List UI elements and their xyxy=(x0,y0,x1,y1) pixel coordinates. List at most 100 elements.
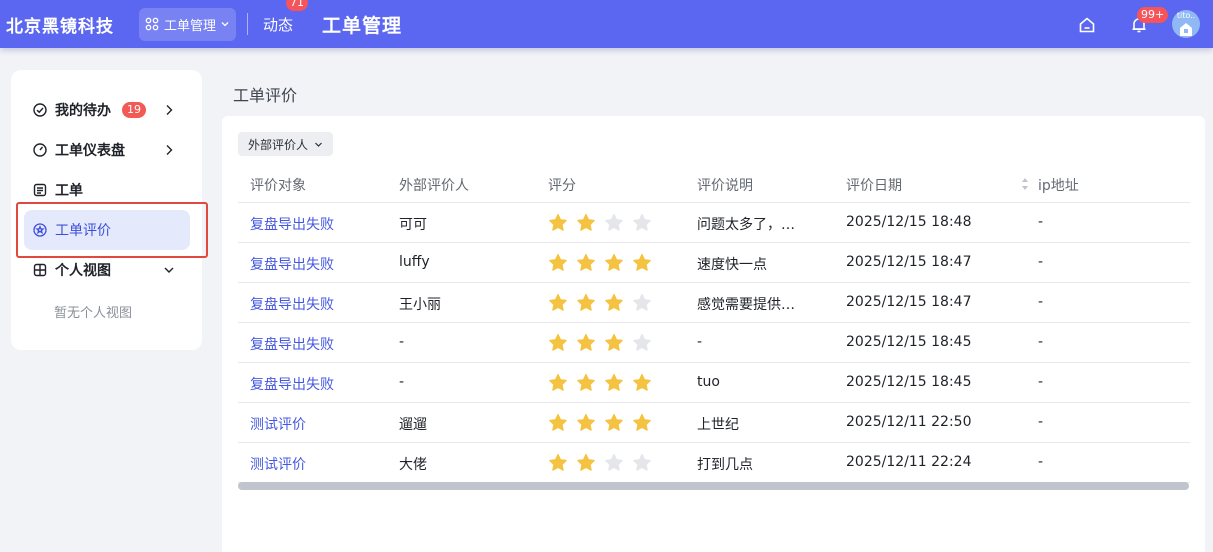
star-filled-icon xyxy=(577,454,595,471)
star-empty-icon xyxy=(605,454,623,471)
grid-icon xyxy=(145,17,159,31)
star-filled-icon xyxy=(549,454,567,471)
date-cell: 2025/12/11 22:50 xyxy=(846,414,972,430)
star-filled-icon xyxy=(577,214,595,231)
star-filled-icon xyxy=(577,294,595,311)
star-filled-icon xyxy=(605,374,623,391)
comment-cell: 上世纪 xyxy=(697,417,739,433)
chevron-down-icon xyxy=(315,142,322,147)
star-filled-icon xyxy=(605,414,623,431)
star-filled-icon xyxy=(577,334,595,351)
sidebar-item-label: 个人视图 xyxy=(55,263,111,279)
column-header-date[interactable]: 评价日期 xyxy=(846,175,902,195)
sidebar-item-label: 我的待办 xyxy=(55,103,111,119)
column-header-comment: 评价说明 xyxy=(697,178,753,194)
module-switch-dropdown[interactable]: 工单管理 xyxy=(139,7,237,41)
ip-cell: - xyxy=(1038,374,1044,390)
notification-badge: 99+ xyxy=(1137,7,1169,23)
date-cell: 2025/12/15 18:48 xyxy=(846,214,972,230)
reviewer-cell: 可可 xyxy=(399,217,427,233)
comment-cell: tuo xyxy=(697,374,720,390)
reviewer-cell: luffy xyxy=(399,254,430,270)
date-cell: 2025/12/15 18:47 xyxy=(846,254,972,270)
comment-cell: 速度快一点 xyxy=(697,257,767,273)
chevron-down-icon xyxy=(164,267,174,273)
rating-stars xyxy=(548,373,660,393)
rating-stars xyxy=(548,213,660,233)
sort-icon[interactable] xyxy=(1021,177,1029,191)
star-filled-icon xyxy=(549,374,567,391)
star-filled-icon xyxy=(633,254,651,271)
horizontal-scrollbar[interactable] xyxy=(238,482,1189,490)
ip-cell: - xyxy=(1038,214,1044,230)
reviewer-filter-dropdown[interactable]: 外部评价人 xyxy=(238,132,334,156)
table-row: 复盘导出失败 王小丽 感觉需要提供… 2025/12/15 18:47 - xyxy=(238,283,1190,323)
rating-stars xyxy=(548,293,660,313)
ip-cell: - xyxy=(1038,334,1044,350)
target-link[interactable]: 复盘导出失败 xyxy=(250,254,334,274)
table-header: 评价对象 外部评价人 评分 评价说明 评价日期 ip地址 xyxy=(238,166,1190,203)
content-title: 工单评价 xyxy=(233,86,298,105)
star-empty-icon xyxy=(633,214,651,231)
dynamic-count-badge: 71 xyxy=(286,0,309,11)
brand-name: 北京黑镜科技 xyxy=(6,16,114,37)
star-filled-icon xyxy=(633,374,651,391)
sidebar-item-my-todo[interactable]: 我的待办 19 xyxy=(24,90,190,130)
star-filled-icon xyxy=(577,374,595,391)
table-row: 复盘导出失败 luffy 速度快一点 2025/12/15 18:47 - xyxy=(238,243,1190,283)
dynamic-label: 动态 xyxy=(263,15,294,34)
sidebar-item-dashboard[interactable]: 工单仪表盘 xyxy=(24,130,190,170)
check-circle-icon xyxy=(33,103,47,117)
star-filled-icon xyxy=(549,334,567,351)
reviewer-cell: 王小丽 xyxy=(399,297,441,313)
target-link[interactable]: 测试评价 xyxy=(250,454,306,474)
todo-count-badge: 19 xyxy=(122,102,146,118)
comment-cell: 感觉需要提供… xyxy=(697,297,795,313)
column-header-target: 评价对象 xyxy=(250,178,306,194)
divider xyxy=(247,13,249,35)
target-link[interactable]: 复盘导出失败 xyxy=(250,374,334,394)
star-filled-icon xyxy=(549,214,567,231)
sidebar-item-label: 工单仪表盘 xyxy=(55,143,125,159)
chevron-down-icon xyxy=(221,22,229,27)
star-filled-icon xyxy=(577,414,595,431)
home-icon[interactable] xyxy=(1078,16,1096,34)
star-filled-icon xyxy=(605,334,623,351)
dashboard-icon xyxy=(33,143,47,157)
grid-square-icon xyxy=(33,263,47,277)
target-link[interactable]: 复盘导出失败 xyxy=(250,214,334,234)
star-empty-icon xyxy=(633,454,651,471)
star-filled-icon xyxy=(549,254,567,271)
chevron-right-icon xyxy=(166,145,173,155)
table-row: 测试评价 大佬 打到几点 2025/12/11 22:24 - xyxy=(238,443,1190,483)
star-empty-icon xyxy=(605,214,623,231)
chevron-right-icon xyxy=(166,105,173,115)
target-link[interactable]: 复盘导出失败 xyxy=(250,294,334,314)
page-title: 工单管理 xyxy=(322,14,403,37)
table-row: 复盘导出失败 - - 2025/12/15 18:45 - xyxy=(238,323,1190,363)
ip-cell: - xyxy=(1038,414,1044,430)
column-header-ip: ip地址 xyxy=(1038,178,1079,194)
ip-cell: - xyxy=(1038,254,1044,270)
target-link[interactable]: 复盘导出失败 xyxy=(250,334,334,354)
comment-cell: 问题太多了，… xyxy=(697,217,795,233)
star-filled-icon xyxy=(577,254,595,271)
ip-cell: - xyxy=(1038,294,1044,310)
ip-cell: - xyxy=(1038,454,1044,470)
list-icon xyxy=(33,183,47,197)
table-row: 复盘导出失败 可可 问题太多了，… 2025/12/15 18:48 - xyxy=(238,203,1190,243)
star-filled-icon xyxy=(549,294,567,311)
dynamic-link[interactable]: 动态 71 xyxy=(263,0,309,35)
reviewer-cell: 大佬 xyxy=(399,457,427,473)
rating-stars xyxy=(548,253,660,273)
filter-label: 外部评价人 xyxy=(248,137,309,152)
reviewer-cell: 遛遛 xyxy=(399,417,427,433)
reviewer-cell: - xyxy=(399,374,405,390)
avatar-text: tito.. xyxy=(1176,11,1196,20)
avatar[interactable]: tito.. xyxy=(1172,10,1200,38)
comment-cell: 打到几点 xyxy=(697,457,753,473)
target-link[interactable]: 测试评价 xyxy=(250,414,306,434)
top-bar: 北京黑镜科技 工单管理 动态 71 工单管理 xyxy=(0,0,1213,48)
date-cell: 2025/12/15 18:45 xyxy=(846,334,972,350)
table-panel: 外部评价人 评价对象 外部评价人 评分 评价说明 评价日期 ip地址 复盘导出失… xyxy=(222,116,1205,552)
